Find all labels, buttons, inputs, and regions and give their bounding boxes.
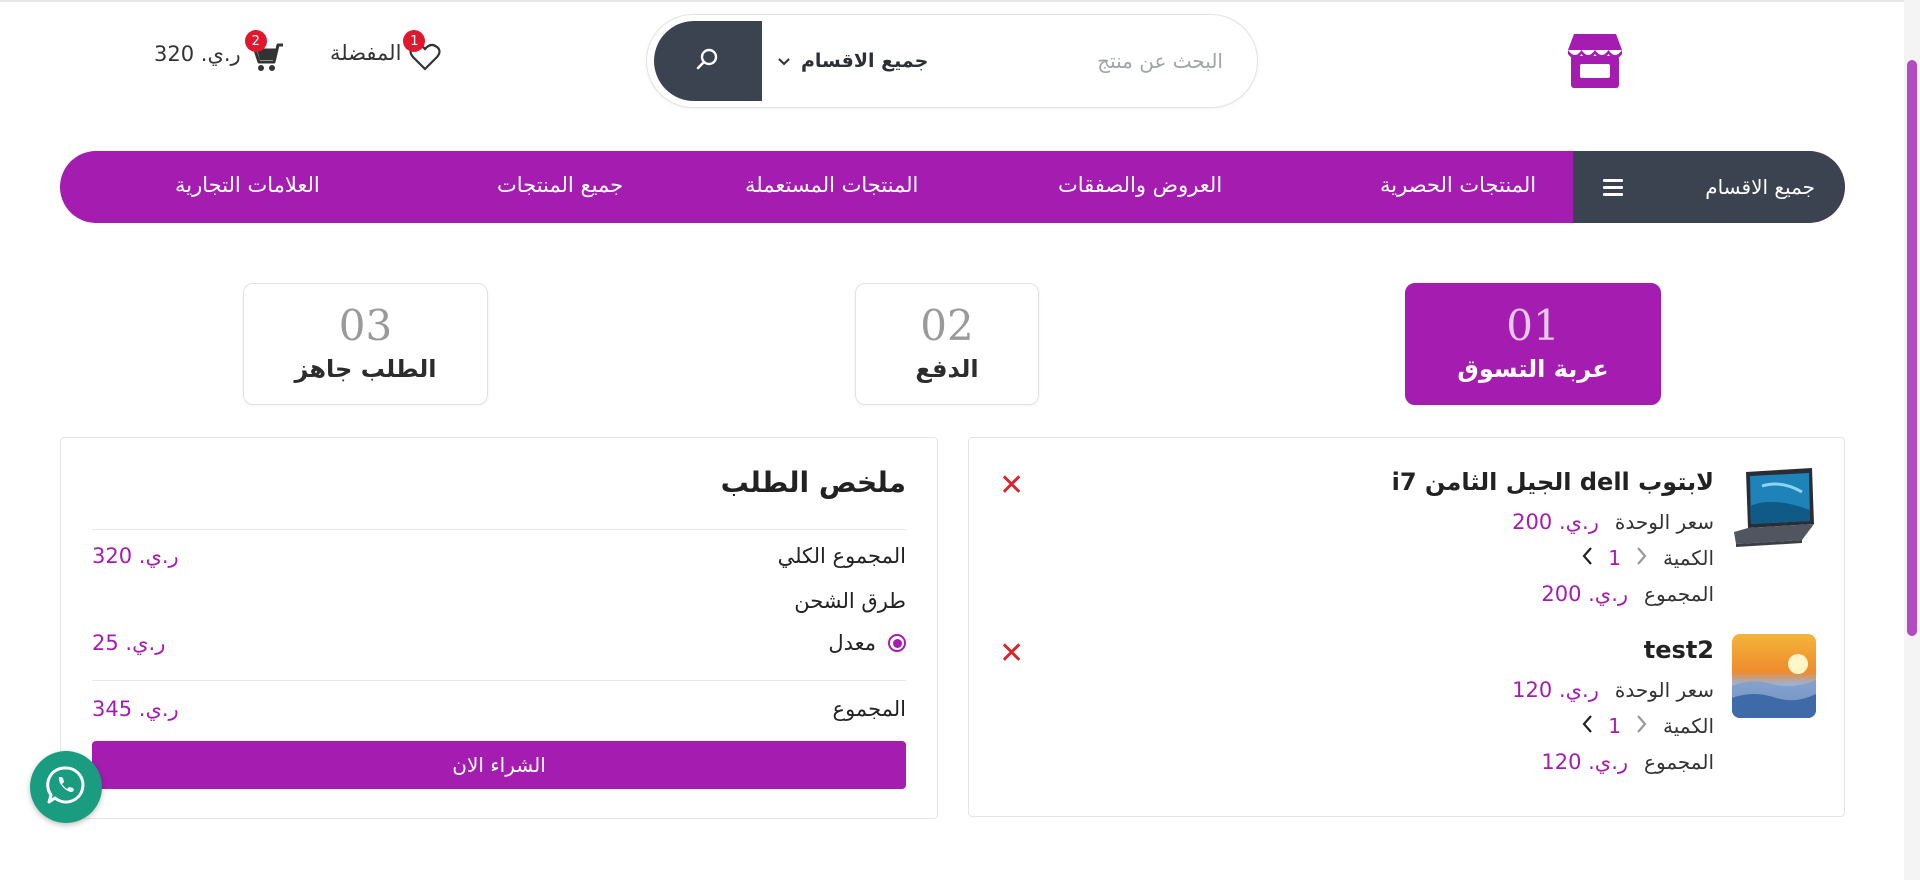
cart-item-details: test2 سعر الوحدة ر.ي. 120 الكمية 1 المجم… (1354, 636, 1714, 780)
order-summary-panel: ملخص الطلب المجموع الكلي ر.ي. 320 طرق ال… (60, 437, 938, 819)
item-total-value: ر.ي. 200 (1541, 582, 1629, 606)
hamburger-menu-icon (1603, 175, 1623, 200)
unit-price-label: سعر الوحدة (1614, 678, 1714, 702)
scrollbar-thumb[interactable] (1907, 60, 1917, 636)
cart-count-badge: 2 (244, 30, 267, 52)
page-scrollbar[interactable] (1904, 0, 1920, 880)
nav-item-all-products[interactable]: جميع المنتجات (497, 173, 623, 197)
item-total-value: ر.ي. 120 (1541, 750, 1629, 774)
total-value: ر.ي. 345 (92, 697, 179, 721)
cart-items-panel: لابتوب dell الجيل الثامن i7 سعر الوحدة ر… (968, 437, 1845, 817)
chevron-down-icon (777, 50, 791, 72)
subtotal-value: ر.ي. 320 (92, 544, 179, 568)
search-button[interactable] (654, 21, 762, 101)
remove-item-icon[interactable]: ✕ (999, 636, 1024, 671)
cart-item-name[interactable]: لابتوب dell الجيل الثامن i7 (1354, 468, 1714, 504)
shipping-option-radio[interactable]: معدل (828, 631, 906, 655)
step-number: 03 (338, 301, 393, 350)
all-categories-label: جميع الاقسام (1705, 175, 1815, 199)
store-logo-icon[interactable] (1566, 30, 1624, 90)
unit-price-label: سعر الوحدة (1614, 510, 1714, 534)
cart-item: لابتوب dell الجيل الثامن i7 سعر الوحدة ر… (969, 438, 1846, 606)
quantity-value: 1 (1608, 546, 1621, 570)
quantity-label: الكمية (1662, 714, 1714, 738)
shipping-option-row: معدل ر.ي. 25 (92, 626, 906, 660)
subtotal-label: المجموع الكلي (777, 544, 906, 568)
product-image-laptop[interactable] (1732, 466, 1816, 550)
step-title: عربة التسوق (1457, 355, 1609, 383)
whatsapp-chat-button[interactable] (30, 751, 102, 823)
quantity-stepper: 1 (1582, 714, 1647, 738)
cart-link[interactable]: ر.ي. 320 2 (154, 30, 285, 71)
divider (92, 529, 906, 530)
cart-item-name[interactable]: test2 (1354, 636, 1714, 672)
cart-item: test2 سعر الوحدة ر.ي. 120 الكمية 1 المجم… (969, 606, 1846, 774)
quantity-stepper: 1 (1582, 546, 1647, 570)
chevron-right-icon[interactable] (1635, 546, 1647, 570)
cart-total: ر.ي. 320 (154, 42, 241, 66)
item-total-label: المجموع (1644, 582, 1714, 606)
search-input[interactable] (1003, 43, 1223, 79)
buy-now-button[interactable]: الشراء الان (92, 741, 906, 789)
total-row: المجموع ر.ي. 345 (92, 692, 906, 726)
step-number: 02 (920, 301, 974, 350)
step-cart[interactable]: 01 عربة التسوق (1405, 283, 1661, 405)
product-image-sunset[interactable] (1732, 634, 1816, 718)
nav-item-offers[interactable]: العروض والصفقات (1058, 173, 1222, 197)
radio-selected-icon (888, 634, 906, 652)
divider (92, 680, 906, 681)
search-bar: جميع الاقسام (646, 14, 1258, 108)
search-icon (695, 46, 721, 76)
shipping-methods-label: طرق الشحن (794, 589, 906, 613)
chevron-left-icon[interactable] (1582, 546, 1594, 570)
remove-item-icon[interactable]: ✕ (999, 468, 1024, 503)
cart-item-details: لابتوب dell الجيل الثامن i7 سعر الوحدة ر… (1354, 468, 1714, 612)
quantity-value: 1 (1608, 714, 1621, 738)
step-payment[interactable]: 02 الدفع (855, 283, 1039, 405)
total-label: المجموع (832, 697, 906, 721)
whatsapp-icon (45, 764, 87, 810)
item-total-label: المجموع (1644, 750, 1714, 774)
favorites-link[interactable]: المفضلة 1 (330, 30, 442, 71)
subtotal-row: المجموع الكلي ر.ي. 320 (92, 539, 906, 573)
all-categories-button[interactable]: جميع الاقسام (1573, 151, 1845, 223)
quantity-label: الكمية (1662, 546, 1714, 570)
favorites-label: المفضلة (330, 41, 402, 65)
main-nav: جميع الاقسام المنتجات الحصرية العروض وال… (60, 151, 1845, 223)
unit-price-value: ر.ي. 200 (1512, 510, 1599, 534)
chevron-left-icon[interactable] (1582, 714, 1594, 738)
step-title: الدفع (915, 355, 979, 383)
site-header: جميع الاقسام المفضلة 1 ر.ي. 320 2 (0, 0, 1880, 120)
nav-item-brands[interactable]: العلامات التجارية (175, 173, 320, 197)
cart-icon: 2 (244, 30, 285, 71)
shipping-option-label: معدل (828, 631, 876, 655)
step-order-ready[interactable]: 03 الطلب جاهز (243, 283, 488, 405)
shipping-value: ر.ي. 25 (92, 631, 166, 655)
step-number: 01 (1506, 301, 1560, 350)
category-select-label: جميع الاقسام (801, 50, 929, 72)
shipping-methods-row: طرق الشحن (92, 584, 906, 618)
category-select[interactable]: جميع الاقسام (777, 45, 928, 77)
chevron-right-icon[interactable] (1635, 714, 1647, 738)
nav-item-used[interactable]: المنتجات المستعملة (745, 173, 918, 197)
unit-price-value: ر.ي. 120 (1512, 678, 1599, 702)
heart-icon: 1 (403, 30, 442, 71)
nav-item-exclusive[interactable]: المنتجات الحصرية (1380, 173, 1536, 197)
order-summary-title: ملخص الطلب (720, 466, 906, 499)
step-title: الطلب جاهز (294, 355, 437, 383)
